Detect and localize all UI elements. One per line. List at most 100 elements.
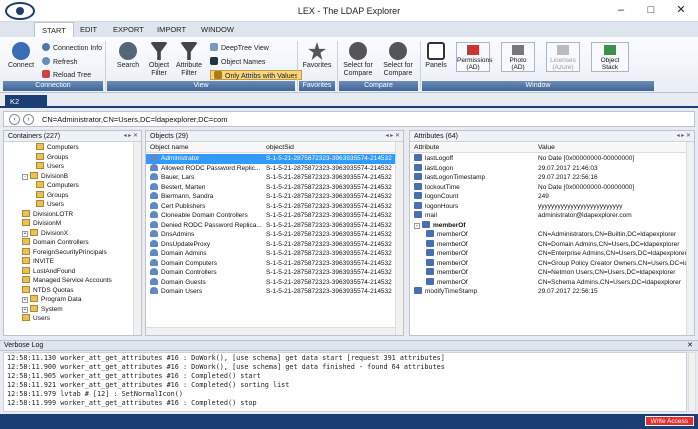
menu-edit[interactable]: EDIT — [73, 22, 104, 37]
select-compare-button-2[interactable]: Select for Compare — [380, 42, 416, 78]
favorites-button[interactable]: Favorites — [300, 42, 334, 70]
scrollbar[interactable] — [395, 142, 403, 335]
address-path[interactable]: CN=Administrator,CN=Users,DC=ldapexplore… — [42, 115, 227, 124]
table-row[interactable]: memberOf CN=Enterprise Admins,CN=Users,DC… — [410, 249, 688, 259]
table-row[interactable]: DnsAdmins S-1-5-21-2875872323-3963935574-… — [146, 230, 397, 240]
horizontal-scrollbar[interactable] — [146, 327, 395, 335]
column-objectsid[interactable]: objectSid — [266, 143, 294, 153]
menu-window[interactable]: WINDOW — [194, 22, 241, 37]
back-icon[interactable]: ‹ — [9, 114, 20, 125]
table-row[interactable]: logonCount 249 — [410, 192, 688, 202]
tree-item[interactable]: NTDS Quotas — [4, 285, 133, 296]
table-row[interactable]: Administrator S-1-5-21-2875872323-3963935… — [146, 154, 397, 164]
table-row[interactable]: lastLogonTimestamp 29.07.2017 22:56:16 — [410, 173, 688, 183]
panel-controls-icon[interactable]: ◂ ▸ ✕ — [386, 131, 400, 142]
permissions-button[interactable]: Permissions (AD) — [456, 42, 492, 72]
connection-info-button[interactable]: Connection Info — [42, 43, 102, 53]
tree-item[interactable]: Groups — [4, 190, 133, 201]
search-button[interactable]: Search — [113, 42, 143, 70]
menu-import[interactable]: IMPORT — [150, 22, 193, 37]
panel-controls-icon[interactable]: ◂ ▸ ✕ — [124, 131, 138, 142]
table-row[interactable]: Cert Publishers S-1-5-21-2875872323-39639… — [146, 201, 397, 212]
refresh-button[interactable]: Refresh — [42, 57, 78, 67]
select-compare-button-1[interactable]: Select for Compare — [340, 42, 376, 78]
tree-item[interactable]: Domain Controllers — [4, 238, 133, 248]
expander-icon[interactable]: - — [414, 222, 420, 229]
log-scrollbar[interactable] — [688, 352, 696, 412]
table-row[interactable]: modifyTimeStamp 29.07.2017 22:56:15 — [410, 287, 688, 297]
table-row[interactable]: Bauer, Lars S-1-5-21-2875872323-396393557… — [146, 173, 397, 183]
tree-item[interactable]: Users — [4, 162, 133, 172]
licenses-button[interactable]: Licenses (Azure) — [546, 42, 580, 72]
tree-item[interactable]: Groups — [4, 152, 133, 163]
attribute-name: lockoutTime — [425, 183, 460, 191]
table-row[interactable]: Bestert, Marten S-1-5-21-2875872323-39639… — [146, 182, 397, 193]
column-attribute[interactable]: Attribute — [414, 143, 439, 153]
table-row[interactable]: Biermann, Sandra S-1-5-21-2875872323-3963… — [146, 192, 397, 202]
scrollbar[interactable] — [686, 142, 694, 335]
expander-icon[interactable]: + — [22, 297, 28, 303]
reload-tree-button[interactable]: Reload Tree — [42, 70, 91, 80]
menu-start[interactable]: START — [34, 22, 74, 37]
tree-item[interactable]: Managed Service Accounts — [4, 276, 133, 286]
table-row[interactable]: memberOf CN=Administrators,CN=Builtin,DC=… — [410, 230, 688, 240]
tree-item[interactable]: Users — [4, 314, 133, 324]
table-row[interactable]: Denied RODC Password Replica... S-1-5-21-… — [146, 220, 397, 231]
tree-item[interactable]: DivisionLOTR — [4, 209, 133, 220]
table-row[interactable]: mail administrator@ldapexplorer.com — [410, 211, 688, 221]
tree-item[interactable]: + Program Data — [4, 295, 133, 305]
table-row[interactable]: lastLogoff No Date [0x00000000-00000000] — [410, 154, 688, 164]
photo-button[interactable]: Photo (AD) — [501, 42, 535, 72]
column-value[interactable]: Value — [538, 143, 555, 153]
table-row[interactable]: logonHours yyyyyyyyyyyyyyyyyyyyyyyyyy — [410, 201, 688, 212]
document-tab[interactable]: K2 — [5, 95, 47, 108]
close-icon[interactable]: ✕ — [672, 3, 690, 17]
attribute-icon — [414, 201, 422, 209]
table-row[interactable]: Cloneable Domain Controllers S-1-5-21-287… — [146, 211, 397, 221]
maximize-icon[interactable]: □ — [642, 3, 660, 17]
tree-item[interactable]: + DivisionX — [4, 228, 133, 239]
table-row[interactable]: Domain Computers S-1-5-21-2875872323-3963… — [146, 258, 397, 269]
table-row[interactable]: lastLogon 29.07.2017 21:46:03 — [410, 163, 688, 174]
tree-item[interactable]: Users — [4, 200, 133, 210]
tree-item[interactable]: - DivisionB — [4, 171, 133, 182]
tree-item[interactable]: DivisionM — [4, 219, 133, 229]
tree-item[interactable]: Computers — [4, 143, 133, 153]
table-row[interactable]: DnsUpdateProxy S-1-5-21-2875872323-396393… — [146, 239, 397, 250]
table-row[interactable]: Domain Admins S-1-5-21-2875872323-3963935… — [146, 249, 397, 259]
column-object-name[interactable]: Object name — [150, 143, 189, 153]
table-row[interactable]: memberOf CN=Group Policy Creator Owners,C… — [410, 258, 688, 269]
tree-item[interactable]: ForeignSecurityPrincipals — [4, 247, 133, 258]
tree-item[interactable]: INVITE — [4, 257, 133, 267]
expander-icon[interactable]: - — [22, 173, 28, 180]
table-row[interactable]: lockoutTime No Date [0x00000000-00000000] — [410, 182, 688, 193]
table-row[interactable]: Domain Users S-1-5-21-2875872323-39639355… — [146, 287, 397, 297]
tree-item[interactable]: LostAndFound — [4, 266, 133, 277]
expander-icon[interactable]: + — [22, 306, 28, 313]
table-row[interactable]: Domain Controllers S-1-5-21-2875872323-39… — [146, 268, 397, 278]
deeptree-view-button[interactable]: DeepTree View — [210, 43, 269, 53]
object-names-button[interactable]: Object Names — [210, 57, 265, 67]
only-attribs-toggle[interactable]: Only Attribs with Values — [210, 70, 303, 80]
table-row[interactable]: Domain Guests S-1-5-21-2875872323-3963935… — [146, 277, 397, 288]
connect-button[interactable]: Connect — [6, 42, 36, 70]
tree-item[interactable]: + System — [4, 304, 133, 315]
table-row[interactable]: memberOf CN=Domain Admins,CN=Users,DC=lda… — [410, 239, 688, 250]
menu-export[interactable]: EXPORT — [106, 22, 151, 37]
panel-controls-icon[interactable]: ◂ ▸ ✕ — [677, 131, 691, 142]
panels-button[interactable]: Panels — [423, 42, 449, 70]
table-row[interactable]: memberOf CN=Schema Admins,CN=Users,DC=lda… — [410, 277, 688, 288]
object-stack-button[interactable]: Object Stack — [591, 42, 629, 72]
table-row[interactable]: Allowed RODC Password Replic... S-1-5-21-… — [146, 163, 397, 174]
forward-icon[interactable]: › — [23, 114, 34, 125]
close-log-icon[interactable]: ✕ — [687, 341, 693, 351]
scrollbar[interactable] — [133, 142, 141, 335]
table-row[interactable]: - memberOf — [410, 220, 688, 231]
minimize-icon[interactable]: – — [612, 3, 630, 17]
attribute-filter-button[interactable]: Attribute Filter — [174, 42, 204, 78]
expander-icon[interactable]: + — [22, 230, 28, 237]
tree-item[interactable]: Computers — [4, 181, 133, 191]
containers-panel: Containers (227) ◂ ▸ ✕ Computers Groups Use… — [3, 130, 142, 336]
table-row[interactable]: memberOf CN=Netmon Users,CN=Users,DC=ldap… — [410, 268, 688, 278]
object-filter-button[interactable]: Object Filter — [145, 42, 173, 78]
